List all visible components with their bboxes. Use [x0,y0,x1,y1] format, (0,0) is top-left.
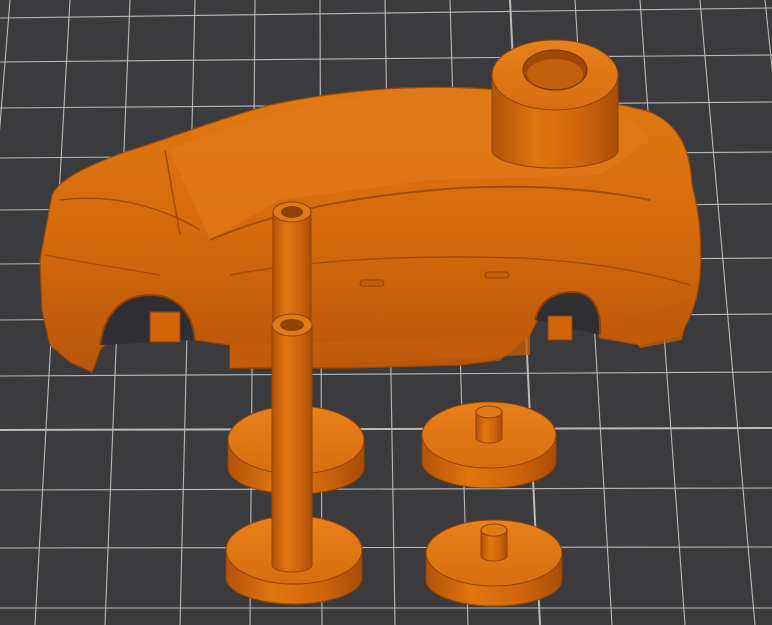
slicer-viewport[interactable] [0,0,772,625]
scene-svg [0,0,772,625]
wheel-front-right-model[interactable] [421,401,557,489]
axle-rod-lower-model[interactable] [271,313,313,573]
wheel-rear-right-model[interactable] [425,519,563,607]
tube-spacer-model[interactable] [491,39,619,169]
